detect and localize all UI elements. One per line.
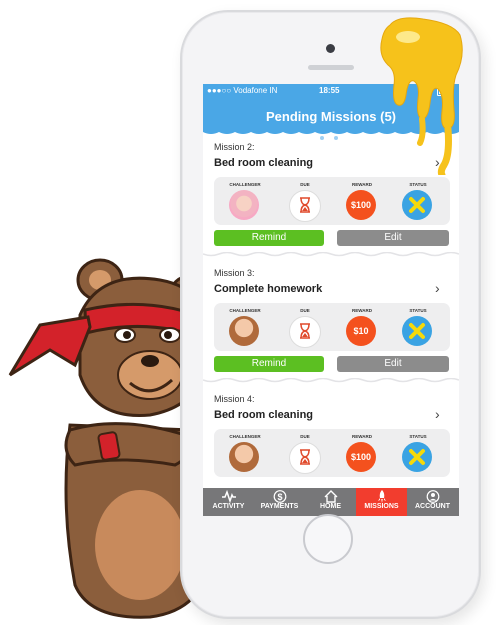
hourglass-icon	[300, 449, 310, 465]
reward-label: REWARD	[352, 308, 372, 313]
mission-details: CHALLENGER DUE REWARD $100 STATUS	[214, 177, 450, 225]
tab-payments[interactable]: $ PAYMENTS	[254, 488, 305, 516]
account-icon	[426, 490, 439, 503]
reward-label: REWARD	[352, 182, 372, 187]
status-column: STATUS	[392, 429, 444, 477]
page-dot	[334, 136, 338, 140]
due-badge	[289, 442, 321, 474]
cross-icon	[409, 197, 425, 213]
mission-number: Mission 2:	[214, 142, 255, 152]
challenger-label: CHALLENGER	[229, 182, 261, 187]
status-column: STATUS	[392, 303, 444, 351]
dollar-icon: $	[273, 490, 286, 503]
tab-home[interactable]: HOME	[305, 488, 356, 516]
bottom-tab-bar: ACTIVITY $ PAYMENTS HOME MISSIONS ACCOUN…	[203, 488, 459, 516]
tab-account[interactable]: ACCOUNT	[407, 488, 458, 516]
challenger-column: CHALLENGER	[219, 303, 271, 351]
due-column: DUE	[279, 177, 331, 225]
page-dot	[320, 136, 324, 140]
due-column: DUE	[279, 429, 331, 477]
tab-label: ACTIVITY	[212, 503, 245, 510]
tab-label: PAYMENTS	[260, 503, 299, 510]
mission-number: Mission 3:	[214, 268, 255, 278]
challenger-avatar[interactable]	[229, 442, 259, 472]
reward-badge: $100	[346, 442, 376, 472]
reward-label: REWARD	[352, 434, 372, 439]
carrier-label: ●●●○○ Vodafone IN	[207, 86, 278, 95]
reward-badge: $10	[346, 316, 376, 346]
earpiece-speaker	[308, 65, 354, 70]
tab-label: HOME	[320, 503, 341, 510]
status-column: STATUS	[392, 177, 444, 225]
status-badge	[402, 190, 432, 220]
status-badge	[402, 316, 432, 346]
reward-column: REWARD $100	[336, 429, 388, 477]
hourglass-icon	[300, 323, 310, 339]
honey-drip-decoration	[380, 17, 463, 175]
challenger-avatar[interactable]	[229, 316, 259, 346]
due-label: DUE	[300, 182, 310, 187]
status-label: STATUS	[409, 308, 427, 313]
home-icon	[324, 490, 337, 503]
mission-card[interactable]: Mission 3: Complete homework › CHALLENGE…	[203, 268, 459, 394]
svg-text:$: $	[277, 492, 282, 502]
status-label: STATUS	[409, 182, 427, 187]
hourglass-icon	[300, 197, 310, 213]
tab-missions[interactable]: MISSIONS	[356, 488, 407, 516]
chevron-right-icon[interactable]: ›	[435, 406, 440, 422]
challenger-column: CHALLENGER	[219, 429, 271, 477]
edit-button[interactable]: Edit	[337, 230, 449, 246]
due-label: DUE	[300, 434, 310, 439]
activity-icon	[221, 490, 236, 503]
due-badge	[289, 316, 321, 348]
clock: 18:55	[319, 86, 340, 95]
reward-column: REWARD $10	[336, 303, 388, 351]
reward-badge: $100	[346, 190, 376, 220]
mission-name: Complete homework	[214, 283, 323, 295]
front-camera	[326, 44, 335, 53]
due-column: DUE	[279, 303, 331, 351]
challenger-column: CHALLENGER	[219, 177, 271, 225]
mission-details: CHALLENGER DUE REWARD $100 STATUS	[214, 429, 450, 477]
status-label: STATUS	[409, 434, 427, 439]
challenger-label: CHALLENGER	[229, 308, 261, 313]
mission-details: CHALLENGER DUE REWARD $10 STATUS	[214, 303, 450, 351]
reward-column: REWARD $100	[336, 177, 388, 225]
rocket-icon	[377, 490, 386, 503]
mission-name: Bed room cleaning	[214, 157, 314, 169]
cross-icon	[409, 449, 425, 465]
section-divider	[203, 378, 459, 383]
chevron-right-icon[interactable]: ›	[435, 280, 440, 296]
tab-label: MISSIONS	[364, 503, 399, 510]
mission-number: Mission 4:	[214, 394, 255, 404]
tab-label: ACCOUNT	[415, 503, 450, 510]
remind-button[interactable]: Remind	[214, 230, 324, 246]
challenger-avatar[interactable]	[229, 190, 259, 220]
status-badge	[402, 442, 432, 472]
page-dot	[327, 136, 331, 140]
due-badge	[289, 190, 321, 222]
home-button[interactable]	[303, 514, 353, 564]
challenger-label: CHALLENGER	[229, 434, 261, 439]
section-divider	[203, 252, 459, 257]
edit-button[interactable]: Edit	[337, 356, 449, 372]
tab-activity[interactable]: ACTIVITY	[203, 488, 254, 516]
remind-button[interactable]: Remind	[214, 356, 324, 372]
mission-name: Bed room cleaning	[214, 409, 314, 421]
due-label: DUE	[300, 308, 310, 313]
cross-icon	[409, 323, 425, 339]
